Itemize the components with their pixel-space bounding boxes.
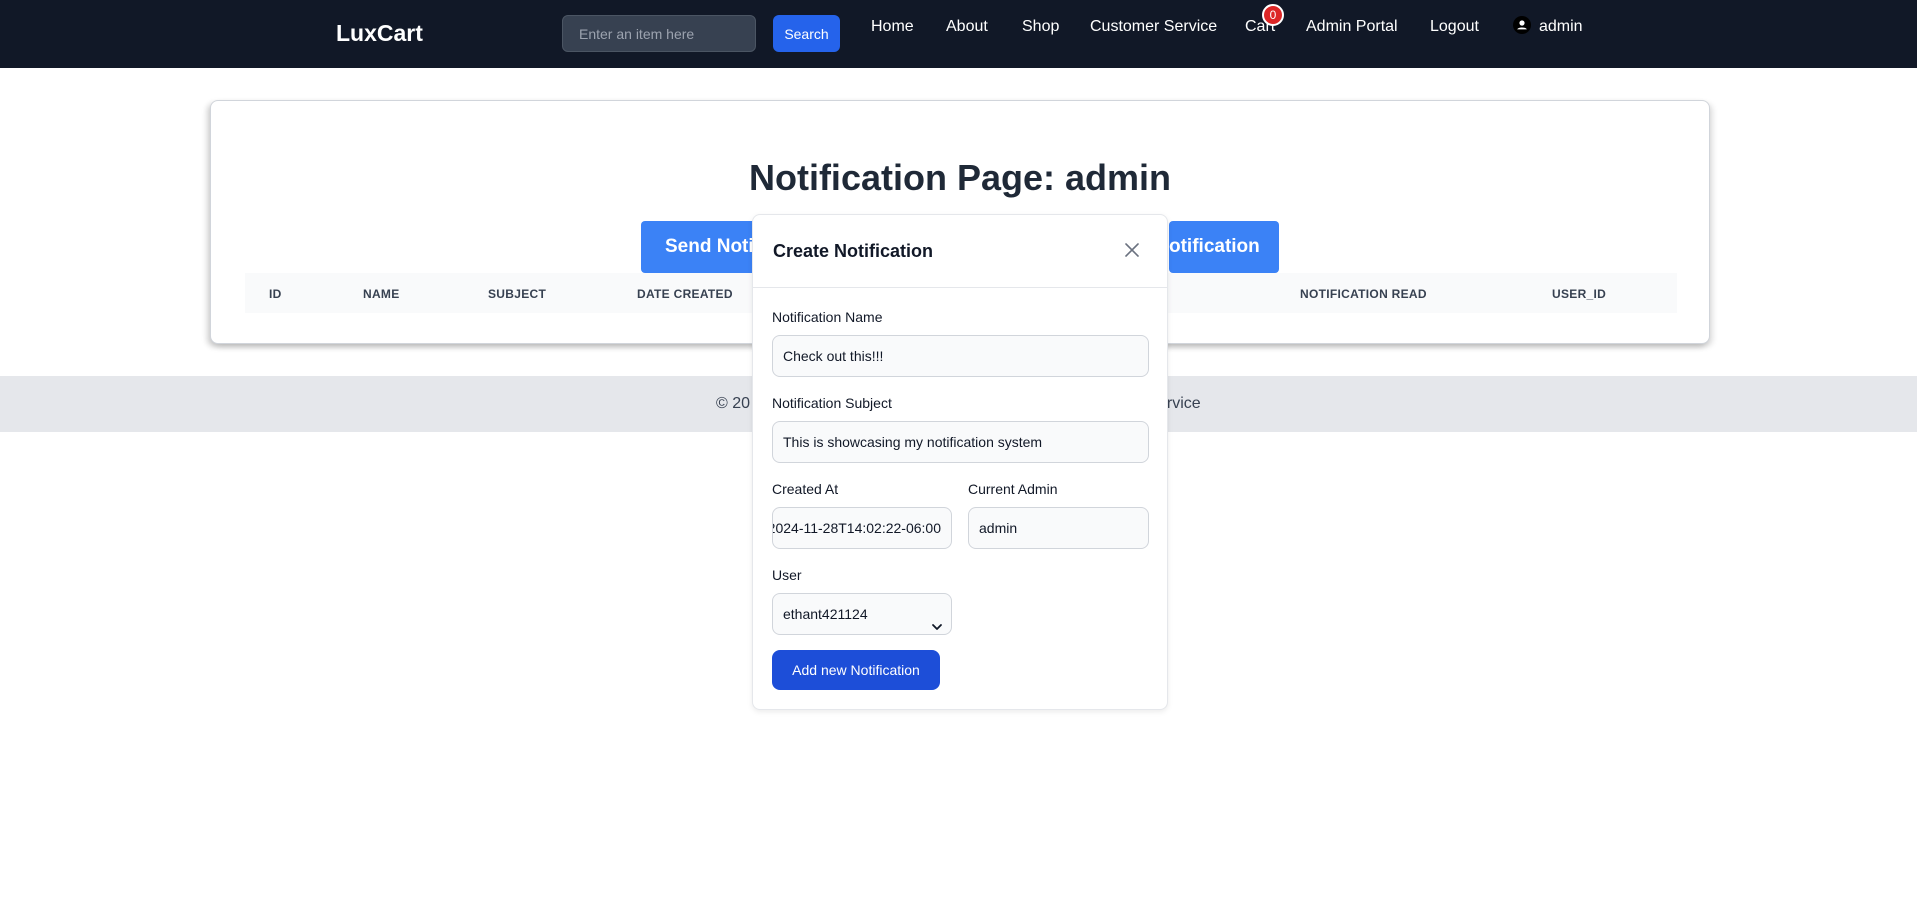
- modal-header: Create Notification: [753, 215, 1167, 288]
- created-at-label: Created At: [772, 481, 839, 497]
- page-title: Notification Page: admin: [748, 157, 1172, 198]
- close-icon[interactable]: [1123, 241, 1141, 259]
- modal-title: Create Notification: [773, 241, 934, 261]
- column-header-subject: SUBJECT: [488, 287, 547, 301]
- notification-name-field[interactable]: Check out this!!!: [772, 335, 1149, 377]
- user-icon: [1513, 16, 1531, 34]
- user-label: User: [772, 567, 802, 583]
- nav-link-logout[interactable]: Logout: [1430, 18, 1479, 36]
- nav-link-admin-portal[interactable]: Admin Portal: [1306, 18, 1398, 36]
- current-admin-field[interactable]: admin: [968, 507, 1149, 549]
- footer-copyright: © 20: [716, 395, 751, 412]
- user-select-value: ethant421124: [783, 606, 868, 622]
- notification-subject-label: Notification Subject: [772, 395, 892, 411]
- user-select[interactable]: ethant421124: [772, 593, 952, 635]
- navbar: LuxCart Search Home About Shop Customer …: [0, 0, 1917, 68]
- send-notification-button[interactable]: Send Notif: [641, 221, 763, 273]
- chevron-down-icon: [931, 608, 943, 630]
- brand-logo[interactable]: LuxCart: [336, 20, 423, 47]
- column-header-id: ID: [269, 287, 282, 301]
- column-header-name: NAME: [363, 287, 400, 301]
- column-header-date-created: DATE CREATED: [637, 287, 733, 301]
- column-header-notification-read: NOTIFICATION READ: [1300, 287, 1427, 301]
- notification-name-label: Notification Name: [772, 309, 883, 325]
- nav-link-shop[interactable]: Shop: [1022, 18, 1059, 36]
- nav-link-home[interactable]: Home: [871, 18, 914, 36]
- column-header-user-id: USER_ID: [1552, 287, 1607, 301]
- create-notification-button[interactable]: otification: [1169, 221, 1279, 273]
- current-admin-label: Current Admin: [968, 481, 1058, 497]
- nav-link-user[interactable]: admin: [1539, 18, 1583, 36]
- cart-count-badge: 0: [1262, 4, 1284, 26]
- search-button[interactable]: Search: [773, 15, 840, 52]
- created-at-field[interactable]: 2024-11-28T14:02:22-06:00: [772, 507, 952, 549]
- notification-subject-field[interactable]: This is showcasing my notification syste…: [772, 421, 1149, 463]
- add-notification-button[interactable]: Add new Notification: [772, 650, 940, 690]
- nav-link-customer-service[interactable]: Customer Service: [1090, 18, 1217, 36]
- search-input[interactable]: [562, 15, 756, 52]
- create-notification-modal: Create Notification Notification Name Ch…: [752, 214, 1168, 710]
- nav-link-about[interactable]: About: [946, 18, 988, 36]
